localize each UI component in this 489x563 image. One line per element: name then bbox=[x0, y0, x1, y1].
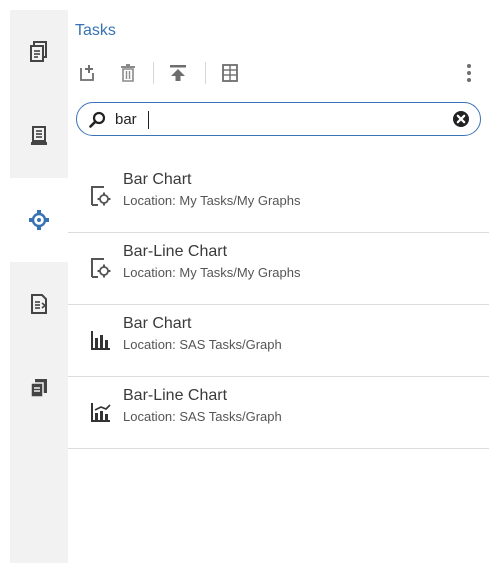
delete-icon bbox=[121, 64, 135, 82]
list-item[interactable]: Bar Chart Location: SAS Tasks/Graph bbox=[68, 305, 489, 377]
file-shortcuts-icon bbox=[30, 379, 47, 398]
result-title: Bar-Line Chart bbox=[123, 243, 228, 260]
list-item[interactable]: Bar Chart Location: My Tasks/My Graphs bbox=[68, 161, 489, 233]
result-title: Bar Chart bbox=[123, 171, 192, 188]
delete-button[interactable] bbox=[115, 60, 141, 86]
clear-search-icon[interactable] bbox=[452, 110, 470, 128]
result-title: Bar-Line Chart bbox=[123, 387, 228, 404]
properties-icon bbox=[222, 64, 238, 82]
more-vertical-icon bbox=[467, 64, 471, 82]
task-search-box bbox=[76, 102, 481, 136]
toolbar-separator bbox=[153, 62, 154, 84]
tasks-toolbar bbox=[75, 60, 479, 86]
sidebar-item-snippets[interactable] bbox=[10, 262, 68, 346]
more-options-button[interactable] bbox=[456, 60, 482, 86]
list-item[interactable]: Bar-Line Chart Location: My Tasks/My Gra… bbox=[68, 233, 489, 305]
result-location: Location: My Tasks/My Graphs bbox=[123, 193, 301, 208]
result-title: Bar Chart bbox=[123, 315, 192, 332]
custom-task-icon bbox=[91, 258, 111, 278]
tasks-icon bbox=[29, 210, 49, 230]
upload-icon bbox=[170, 65, 186, 81]
sidebar-item-server-files[interactable] bbox=[10, 10, 68, 94]
text-cursor bbox=[148, 111, 149, 129]
custom-task-icon bbox=[91, 186, 111, 206]
search-icon bbox=[89, 111, 106, 128]
sidebar-item-file-shortcuts[interactable] bbox=[10, 346, 68, 430]
toolbar-separator bbox=[205, 62, 206, 84]
sidebar-item-libraries[interactable] bbox=[10, 94, 68, 178]
panel-title: Tasks bbox=[75, 22, 116, 39]
upload-button[interactable] bbox=[165, 60, 191, 86]
properties-button[interactable] bbox=[217, 60, 243, 86]
new-task-button[interactable] bbox=[75, 60, 101, 86]
snippets-icon bbox=[31, 294, 47, 314]
sidebar-item-tasks[interactable] bbox=[10, 178, 68, 262]
search-input[interactable] bbox=[115, 108, 435, 130]
server-files-icon bbox=[30, 41, 47, 62]
libraries-icon bbox=[31, 126, 47, 145]
new-task-icon bbox=[80, 65, 94, 81]
bar-chart-icon bbox=[91, 331, 110, 350]
result-location: Location: SAS Tasks/Graph bbox=[123, 337, 282, 352]
navigation-sidebar bbox=[10, 10, 68, 563]
tasks-panel: Tasks bar Bar Chart Location: My Tasks/M… bbox=[68, 10, 489, 563]
result-location: Location: My Tasks/My Graphs bbox=[123, 265, 301, 280]
result-location: Location: SAS Tasks/Graph bbox=[123, 409, 282, 424]
list-item[interactable]: Bar-Line Chart Location: SAS Tasks/Graph bbox=[68, 377, 489, 449]
bar-line-chart-icon bbox=[91, 403, 111, 422]
